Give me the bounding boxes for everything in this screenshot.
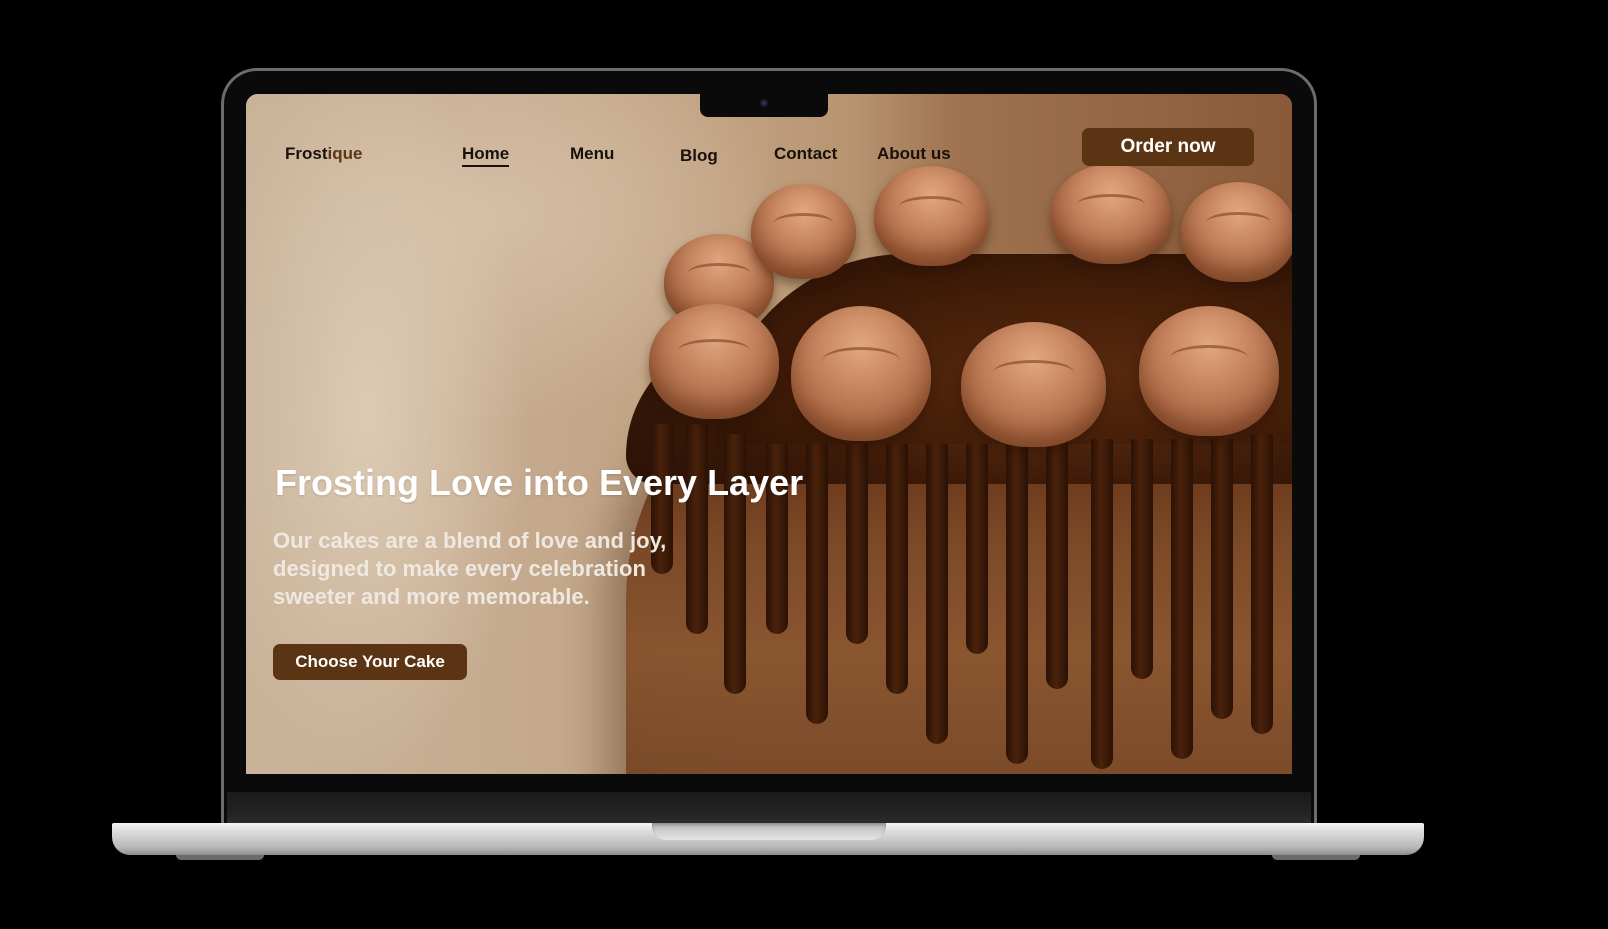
nav-menu[interactable]: Menu [570, 144, 614, 164]
ganache-drip [1171, 439, 1193, 759]
nav-contact[interactable]: Contact [774, 144, 837, 164]
laptop-foot-left [176, 855, 264, 860]
laptop-screen: Frostique Home Menu Blog Contact About u… [246, 94, 1292, 774]
brand-name-part1: Frost [285, 144, 328, 163]
ganache-drip [1091, 439, 1113, 769]
ganache-drip [1131, 439, 1153, 679]
laptop-hinge [227, 792, 1311, 824]
ganache-drip [1046, 439, 1068, 689]
frosting-swirl [1139, 306, 1279, 436]
brand-name-part2: ique [327, 144, 363, 163]
nav-about-us[interactable]: About us [877, 144, 951, 164]
choose-your-cake-button[interactable]: Choose Your Cake [273, 644, 467, 680]
hero-title: Frosting Love into Every Layer [275, 462, 804, 503]
ganache-drip [966, 444, 988, 654]
ganache-drip [886, 444, 908, 694]
ganache-drip [1211, 439, 1233, 719]
frosting-swirl [791, 306, 931, 441]
order-now-button[interactable]: Order now [1082, 128, 1254, 166]
camera-icon [760, 99, 768, 107]
ganache-drip [846, 444, 868, 644]
hero-subtitle: Our cakes are a blend of love and joy, d… [273, 528, 667, 609]
nav-blog[interactable]: Blog [680, 146, 718, 166]
ganache-drip [926, 444, 948, 744]
laptop-foot-right [1272, 855, 1360, 860]
frosting-swirl [961, 322, 1106, 447]
brand-logo[interactable]: Frostique [285, 144, 362, 164]
nav-home[interactable]: Home [462, 144, 510, 167]
laptop-opening-notch [652, 823, 886, 840]
ganache-drip [1251, 434, 1273, 734]
ganache-drip [1006, 444, 1028, 764]
ganache-drip [806, 444, 828, 724]
camera-notch [700, 94, 828, 117]
